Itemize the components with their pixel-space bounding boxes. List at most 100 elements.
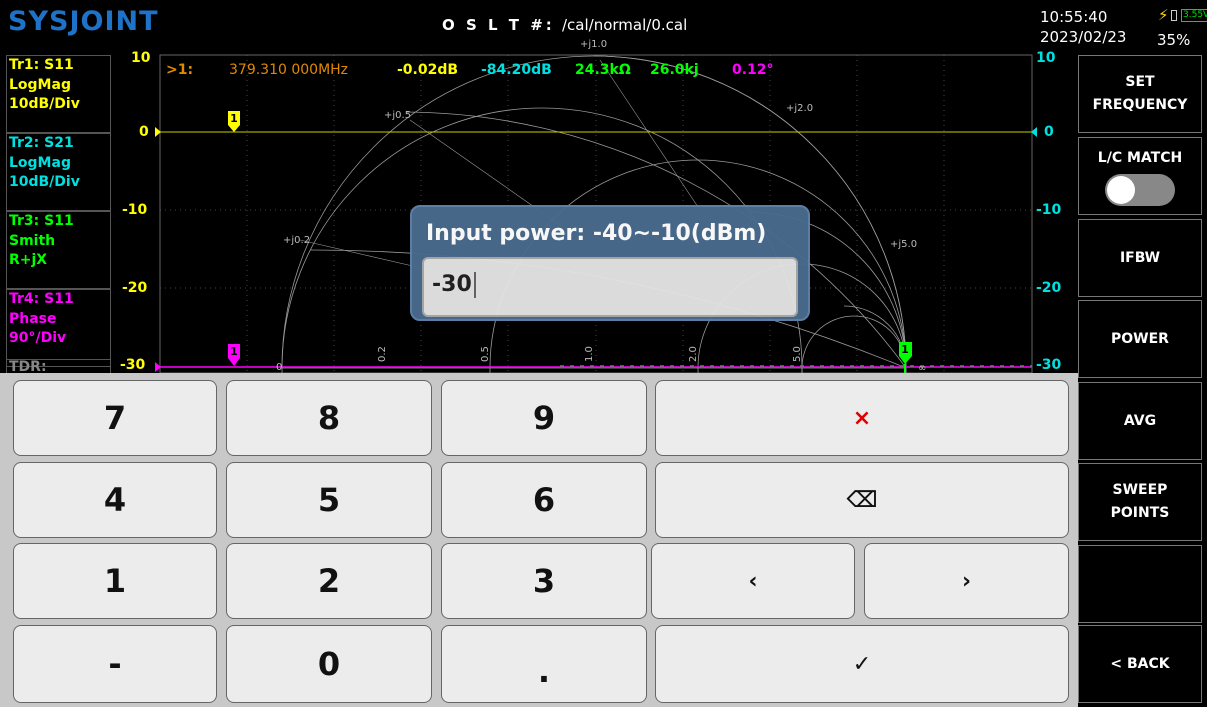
trace-4-info[interactable]: Tr4: S11 Phase 90°/Div [6, 289, 111, 367]
trace-1-name: Tr1: S11 [9, 57, 74, 73]
trace-1-scale: 10dB/Div [9, 96, 80, 112]
set-frequency-label-2: FREQUENCY [1092, 97, 1188, 113]
sweep-points-label-2: POINTS [1110, 505, 1170, 521]
smith-label-j05: +j0.5 [384, 110, 411, 121]
trace-2-scale: 10dB/Div [9, 174, 80, 190]
back-label: < BACK [1110, 655, 1170, 672]
date: 2023/02/23 [1040, 28, 1127, 46]
y-right-top: 10 [1036, 50, 1056, 66]
marker-tr3-r: 24.3kΩ [575, 62, 631, 78]
marker-label: >1: [166, 62, 194, 78]
smith-label-r0: 0 [276, 362, 282, 373]
key-5[interactable]: 5 [226, 462, 432, 538]
key-3[interactable]: 3 [441, 543, 647, 619]
ifbw-button[interactable]: IFBW [1078, 219, 1202, 297]
numeric-keypad: 7 8 9 × 4 5 6 ⌫ 1 2 3 ‹ › - 0 . ✓ [0, 373, 1078, 707]
back-button[interactable]: < BACK [1078, 625, 1202, 703]
power-input-value: -30 [432, 272, 472, 297]
key-0[interactable]: 0 [226, 625, 432, 703]
smith-label-j1: +j1.0 [580, 39, 607, 50]
svg-text:1: 1 [230, 345, 238, 358]
svg-text:1: 1 [230, 112, 238, 125]
cal-label: O S L T #: [442, 16, 555, 34]
set-frequency-button[interactable]: SET FREQUENCY [1078, 55, 1202, 133]
empty-softkey[interactable] [1078, 545, 1202, 623]
cursor-right-key[interactable]: › [864, 543, 1069, 619]
trace-3-format: Smith [9, 232, 56, 249]
sweep-points-button[interactable]: SWEEP POINTS [1078, 463, 1202, 541]
marker-frequency: 379.310 000MHz [229, 62, 349, 78]
trace-1-format: LogMag [9, 76, 71, 93]
y-left-top: 10 [131, 50, 151, 66]
power-input-field[interactable]: -30 [422, 257, 798, 317]
key-dot[interactable]: . [441, 625, 647, 703]
y-right-ref: 0 [1044, 124, 1054, 140]
lc-match-button[interactable]: L/C MATCH [1078, 137, 1202, 215]
marker-tr4-value: 0.12° [732, 62, 774, 78]
smith-label-r02: 0.2 [377, 346, 388, 362]
key-7[interactable]: 7 [13, 380, 217, 456]
marker-tr1-value: -0.02dB [397, 62, 459, 78]
smith-label-j02: +j0.2 [283, 235, 310, 246]
cursor-left-key[interactable]: ‹ [651, 543, 855, 619]
trace-2-info[interactable]: Tr2: S21 LogMag 10dB/Div [6, 133, 111, 211]
key-1[interactable]: 1 [13, 543, 217, 619]
key-2[interactable]: 2 [226, 543, 432, 619]
battery-icon [1171, 10, 1177, 21]
svg-text:1: 1 [901, 343, 909, 356]
charging-icon: ⚡ [1158, 6, 1169, 24]
toggle-knob [1107, 175, 1135, 204]
trace-4-format: Phase [9, 310, 57, 327]
y-right-m20: -20 [1036, 280, 1062, 296]
power-input-dialog: Input power: -40~-10(dBm) -30 [410, 205, 810, 321]
trace-2-format: LogMag [9, 154, 71, 171]
avg-label: AVG [1123, 412, 1157, 429]
backspace-key[interactable]: ⌫ [655, 462, 1069, 538]
trace-4-name: Tr4: S11 [9, 291, 74, 307]
dialog-title: Input power: -40~-10(dBm) [426, 221, 767, 246]
battery-voltage: 3.55V [1181, 9, 1207, 22]
lc-match-toggle[interactable] [1105, 173, 1175, 206]
ifbw-label: IFBW [1119, 249, 1161, 266]
battery-percent: 35% [1157, 31, 1191, 49]
power-button[interactable]: POWER [1078, 300, 1202, 378]
smith-label-r1: 1.0 [584, 346, 595, 362]
trace-3-scale: R+jX [9, 252, 48, 268]
marker-tr2-value: -84.20dB [481, 62, 552, 78]
smith-label-j2: +j2.0 [786, 103, 813, 114]
key-8[interactable]: 8 [226, 380, 432, 456]
smith-label-j5: +j5.0 [890, 239, 917, 250]
trace-2-name: Tr2: S21 [9, 135, 74, 151]
tr1-marker[interactable]: 1 [228, 111, 240, 132]
y-right-m10: -10 [1036, 202, 1062, 218]
y-left-ref: 0 [139, 124, 149, 140]
y-left-m20: -20 [122, 280, 148, 296]
smith-label-r2: 2.0 [688, 346, 699, 362]
power-label: POWER [1111, 330, 1169, 347]
trace-3-name: Tr3: S11 [9, 213, 74, 229]
key-9[interactable]: 9 [441, 380, 647, 456]
sweep-points-label-1: SWEEP [1112, 482, 1168, 498]
set-frequency-label-1: SET [1125, 74, 1155, 90]
key-4[interactable]: 4 [13, 462, 217, 538]
enter-key[interactable]: ✓ [655, 625, 1069, 703]
smith-label-r5: 5.0 [792, 346, 803, 362]
trace-3-info[interactable]: Tr3: S11 Smith R+jX [6, 211, 111, 289]
tdr-name: TDR: [9, 359, 47, 375]
y-left-m30: -30 [120, 357, 146, 373]
y-left-m10: -10 [122, 202, 148, 218]
avg-button[interactable]: AVG [1078, 382, 1202, 460]
text-caret [473, 272, 476, 298]
smith-label-rinf: ∞ [918, 363, 926, 373]
marker-tr3-x: 26.0kj [650, 62, 699, 78]
lc-match-label: L/C MATCH [1097, 149, 1183, 166]
clear-key[interactable]: × [655, 380, 1069, 456]
key-6[interactable]: 6 [441, 462, 647, 538]
key-minus[interactable]: - [13, 625, 217, 703]
smith-label-r05: 0.5 [480, 346, 491, 362]
cal-file-path: /cal/normal/0.cal [562, 16, 688, 34]
trace-4-scale: 90°/Div [9, 330, 67, 346]
trace-1-info[interactable]: Tr1: S11 LogMag 10dB/Div [6, 55, 111, 133]
tr4-marker[interactable]: 1 [228, 344, 240, 366]
y-right-m30: -30 [1036, 357, 1062, 373]
